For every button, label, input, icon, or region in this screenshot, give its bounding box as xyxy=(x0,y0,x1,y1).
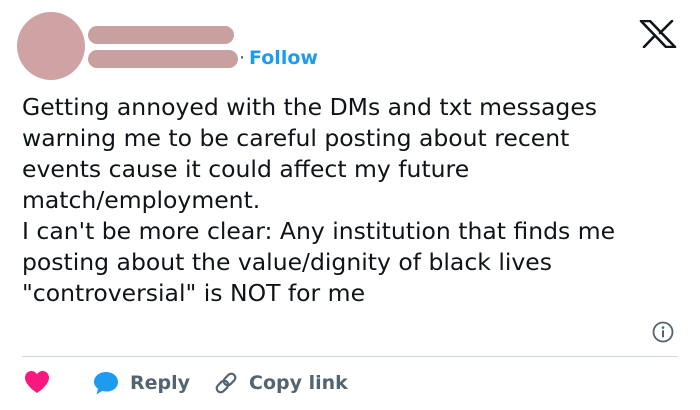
redacted-username[interactable] xyxy=(88,50,238,68)
copy-link-button[interactable]: Copy link xyxy=(213,368,348,398)
avatar[interactable] xyxy=(17,12,85,80)
reply-button[interactable]: Reply xyxy=(92,368,190,398)
tweet-line: "controversial" is NOT for me xyxy=(22,279,366,307)
copy-link-label: Copy link xyxy=(249,372,348,394)
x-logo-icon[interactable] xyxy=(638,20,678,48)
tweet-line: posting about the value/dignity of black… xyxy=(22,248,552,276)
link-icon xyxy=(215,372,237,394)
follow-button[interactable]: · Follow xyxy=(239,47,318,69)
tweet-line: match/employment. xyxy=(22,186,261,214)
info-icon[interactable] xyxy=(652,321,674,343)
tweet-text: Getting annoyed with the DMs and txt mes… xyxy=(22,92,682,309)
reply-label: Reply xyxy=(130,372,191,394)
tweet-line: Getting annoyed with the DMs and txt mes… xyxy=(22,93,598,121)
heart-icon[interactable] xyxy=(24,370,50,394)
tweet-card: · Follow Getting annoyed with the DMs and… xyxy=(0,0,700,410)
follow-label: Follow xyxy=(249,47,318,69)
redacted-display-name[interactable] xyxy=(88,26,234,44)
tweet-line: warning me to be careful posting about r… xyxy=(22,124,570,152)
follow-separator: · xyxy=(239,47,246,69)
tweet-line: I can't be more clear: Any institution t… xyxy=(22,217,616,245)
speech-bubble-icon xyxy=(94,372,118,395)
divider xyxy=(22,356,678,357)
tweet-line: events cause it could affect my future xyxy=(22,155,470,183)
action-bar: Reply Copy link xyxy=(0,360,700,404)
